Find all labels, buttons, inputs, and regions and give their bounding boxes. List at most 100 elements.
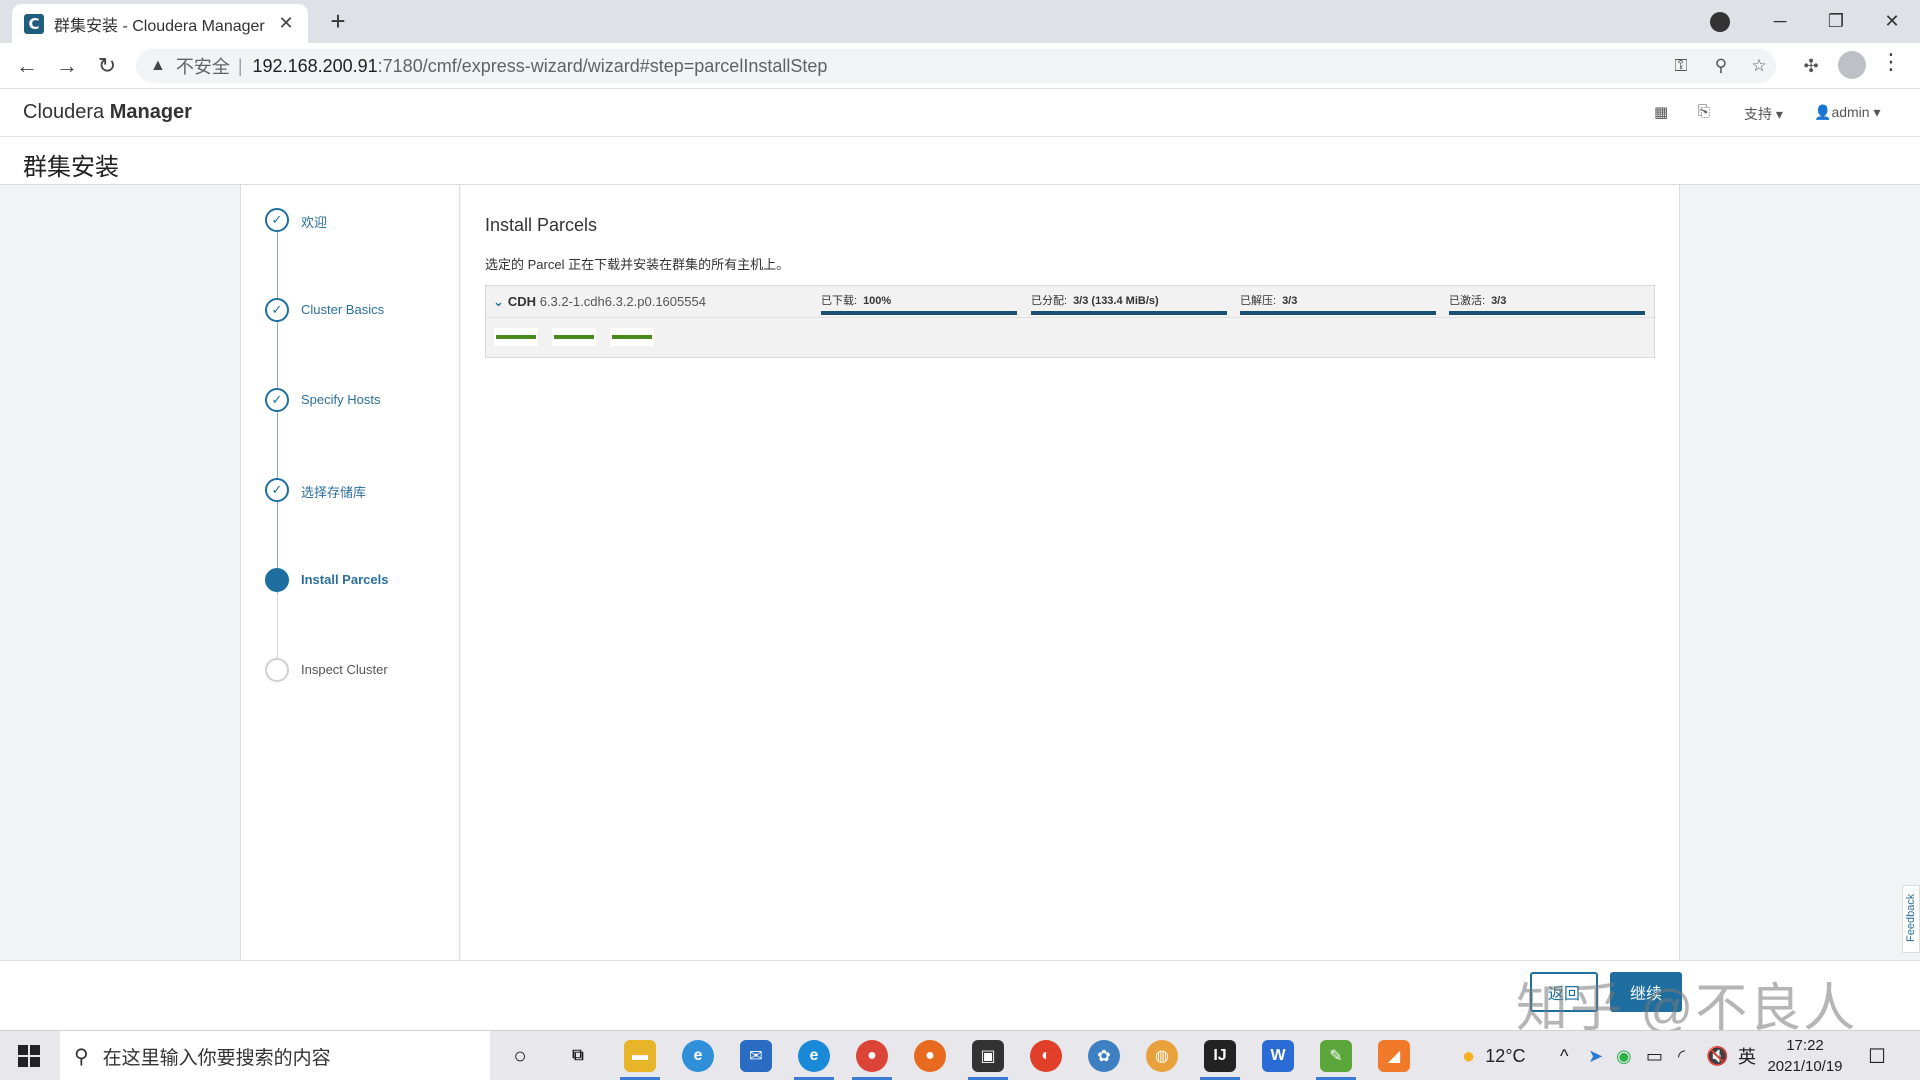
- stat-label: 已激活:: [1449, 295, 1486, 307]
- clock-time: 17:22: [1786, 1037, 1824, 1054]
- firefox-icon[interactable]: ●: [914, 1040, 946, 1072]
- step-cluster-basics[interactable]: Cluster Basics: [301, 302, 384, 317]
- taskbar-search-input[interactable]: ⚲ 在这里输入你要搜索的内容: [60, 1031, 490, 1080]
- back-arrow-icon[interactable]: ←: [12, 51, 42, 81]
- sun-icon: ●: [1462, 1043, 1476, 1068]
- avatar[interactable]: [1838, 51, 1866, 79]
- step-check-icon: ✓: [265, 208, 289, 232]
- battery-icon[interactable]: ▭: [1646, 1031, 1663, 1080]
- app-icon[interactable]: ✿: [1088, 1040, 1120, 1072]
- step-specify-hosts[interactable]: Specify Hosts: [301, 392, 380, 407]
- browser-tabbar: C 群集安装 - Cloudera Manager ✕ + ─ ❐ ✕: [0, 0, 1920, 43]
- user-menu[interactable]: 👤admin ▾: [1814, 104, 1881, 121]
- step-check-icon: ✓: [265, 298, 289, 322]
- cortana-icon[interactable]: ○: [504, 1040, 536, 1072]
- tray-app-icon[interactable]: ➤: [1588, 1031, 1603, 1080]
- ie-icon[interactable]: e: [682, 1040, 714, 1072]
- edge-icon[interactable]: e: [798, 1040, 830, 1072]
- stat-downloaded: 已下载: 100%: [821, 292, 1017, 315]
- stat-unpacked: 已解压: 3/3: [1240, 292, 1436, 315]
- app-icon[interactable]: ✎: [1320, 1040, 1352, 1072]
- chevron-down-icon: ⌄: [493, 294, 504, 309]
- page-title: 群集安装: [23, 154, 119, 181]
- feedback-tab[interactable]: Feedback: [1902, 885, 1920, 953]
- browser-menu-icon[interactable]: ⋮: [1880, 49, 1902, 75]
- stat-value: 100%: [863, 295, 892, 307]
- app-icon[interactable]: ◐: [1030, 1040, 1062, 1072]
- intellij-icon[interactable]: IJ: [1204, 1040, 1236, 1072]
- parcel-row: ⌄ CDH 6.3.2-1.cdh6.3.2.p0.1605554 已下载: 100…: [485, 285, 1655, 358]
- new-tab-plus-icon[interactable]: +: [324, 8, 352, 36]
- browser-toolbar: ← → ↻ ▲ 不安全 | 192.168.200.91:7180/cmf/ex…: [0, 43, 1920, 89]
- logo-light-text: Cloudera: [23, 101, 110, 123]
- stat-label: 已下载:: [821, 295, 858, 307]
- notification-icon[interactable]: ☐: [1868, 1031, 1886, 1080]
- host-progress-bar[interactable]: [610, 328, 654, 346]
- taskbar-clock[interactable]: 17:22 2021/10/19: [1760, 1035, 1850, 1077]
- step-welcome[interactable]: 欢迎: [301, 212, 327, 231]
- forward-arrow-icon[interactable]: →: [52, 51, 82, 81]
- bookmark-star-icon[interactable]: ☆: [1744, 49, 1774, 83]
- key-icon[interactable]: ⚿: [1666, 49, 1696, 83]
- zoom-icon[interactable]: ⚲: [1706, 49, 1736, 83]
- progress-bar: [1240, 311, 1436, 315]
- volume-muted-icon[interactable]: 🔇: [1706, 1031, 1728, 1080]
- weather-widget[interactable]: ● 12°C: [1462, 1031, 1526, 1080]
- windows-taskbar: ⚲ 在这里输入你要搜索的内容 ○ ⧉ ▬ e ✉ e ● ● ▣ ◐ ✿ ◍ I…: [0, 1030, 1920, 1080]
- tab-title: 群集安装 - Cloudera Manager: [54, 17, 265, 35]
- app-icon[interactable]: ◍: [1146, 1040, 1178, 1072]
- progress-bar: [1449, 311, 1645, 315]
- taskbar-search-placeholder: 在这里输入你要搜索的内容: [102, 1047, 331, 1069]
- support-menu[interactable]: 支持 ▾: [1744, 104, 1783, 124]
- step-select-repository[interactable]: 选择存储库: [301, 482, 366, 501]
- parcel-icon[interactable]: ▦: [1654, 103, 1668, 121]
- chrome-icon[interactable]: ●: [856, 1040, 888, 1072]
- host-progress-bar[interactable]: [494, 328, 538, 346]
- stat-label: 已解压:: [1240, 295, 1277, 307]
- tab-close-icon[interactable]: ✕: [276, 13, 296, 34]
- progress-bar: [821, 311, 1017, 315]
- step-install-parcels[interactable]: Install Parcels: [301, 572, 388, 587]
- url-path: :7180/cmf/express-wizard/wizard#step=par…: [377, 55, 828, 76]
- tray-expand-icon[interactable]: ^: [1560, 1031, 1568, 1080]
- minimize-icon[interactable]: ─: [1752, 0, 1808, 43]
- browser-tab[interactable]: C 群集安装 - Cloudera Manager ✕: [12, 4, 308, 43]
- network-icon[interactable]: ◜: [1678, 1031, 1685, 1080]
- cloudera-logo[interactable]: Cloudera Manager: [23, 101, 192, 124]
- address-bar[interactable]: ▲ 不安全 | 192.168.200.91:7180/cmf/express-…: [136, 49, 1776, 83]
- logo-bold-text: Manager: [109, 101, 192, 123]
- content-title: Install Parcels: [485, 215, 598, 235]
- stat-value: 3/3 (133.4 MiB/s): [1073, 295, 1159, 307]
- host-progress-bar[interactable]: [552, 328, 596, 346]
- search-icon: ⚲: [74, 1045, 89, 1068]
- app-icon[interactable]: ◢: [1378, 1040, 1410, 1072]
- task-view-icon[interactable]: ⧉: [562, 1040, 594, 1072]
- profile-menu-icon[interactable]: [1710, 12, 1730, 32]
- step-pending-icon: [265, 658, 289, 682]
- restore-icon[interactable]: ❐: [1808, 0, 1864, 43]
- stat-value: 3/3: [1282, 295, 1298, 307]
- parcel-toggle[interactable]: ⌄ CDH 6.3.2-1.cdh6.3.2.p0.1605554: [493, 294, 706, 310]
- commands-icon[interactable]: ⎘: [1698, 103, 1710, 120]
- wps-icon[interactable]: W: [1262, 1040, 1294, 1072]
- url-separator: |: [237, 55, 243, 76]
- stat-value: 3/3: [1491, 295, 1507, 307]
- url-host: 192.168.200.91: [252, 55, 378, 76]
- file-explorer-icon[interactable]: ▬: [624, 1040, 656, 1072]
- reload-icon[interactable]: ↻: [92, 51, 122, 81]
- mail-icon[interactable]: ✉: [740, 1040, 772, 1072]
- extensions-icon[interactable]: ✣: [1796, 51, 1826, 81]
- page-title-bar: 群集安装: [0, 137, 1920, 185]
- insecure-label: 不安全: [175, 57, 230, 77]
- step-inspect-cluster: Inspect Cluster: [301, 662, 388, 677]
- parcel-row-header: ⌄ CDH 6.3.2-1.cdh6.3.2.p0.1605554 已下载: 100…: [486, 286, 1654, 318]
- ime-indicator[interactable]: 英: [1738, 1031, 1756, 1080]
- step-check-icon: ✓: [265, 388, 289, 412]
- windows-start-icon[interactable]: [18, 1045, 40, 1067]
- store-icon[interactable]: ▣: [972, 1040, 1004, 1072]
- weather-temp: 12°C: [1485, 1045, 1526, 1066]
- step-active-icon: [265, 568, 289, 592]
- clock-date: 2021/10/19: [1767, 1058, 1843, 1075]
- wechat-icon[interactable]: ◉: [1616, 1031, 1632, 1080]
- window-close-icon[interactable]: ✕: [1864, 0, 1920, 43]
